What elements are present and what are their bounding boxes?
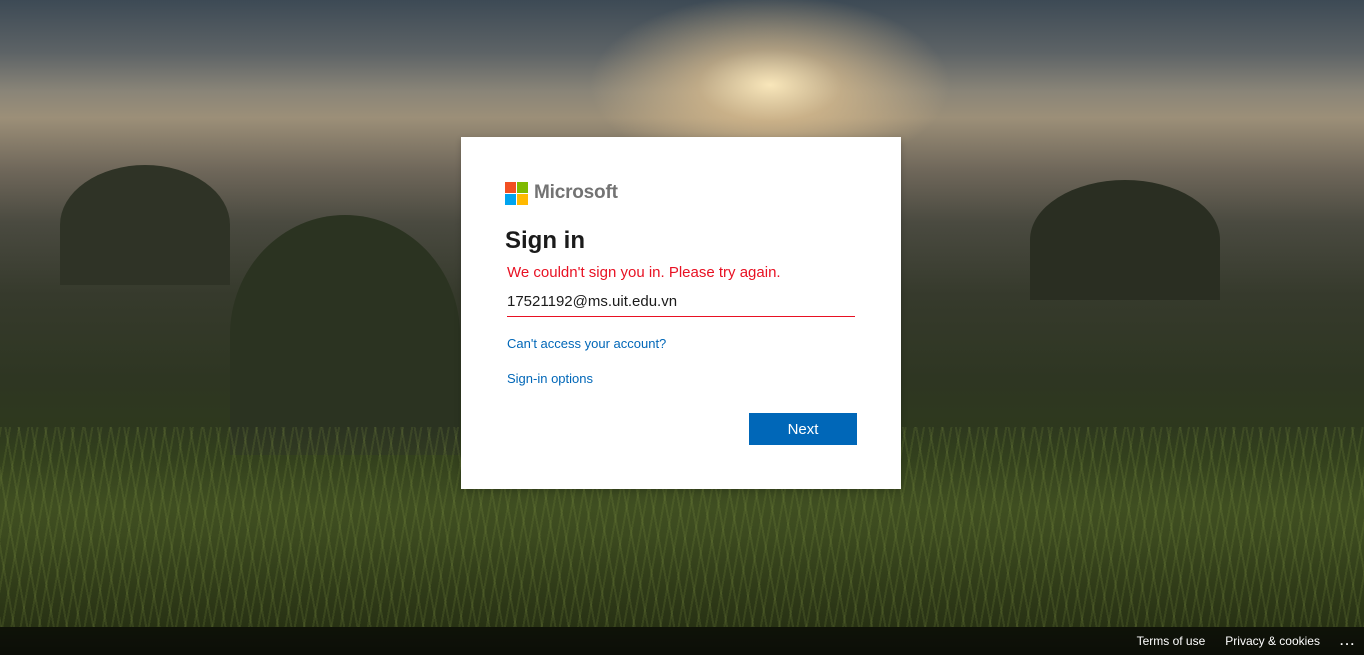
- signin-card: Microsoft Sign in We couldn't sign you i…: [461, 137, 901, 489]
- error-message: We couldn't sign you in. Please try agai…: [507, 264, 781, 281]
- microsoft-logo-icon: [505, 181, 528, 205]
- page-title: Sign in: [505, 227, 585, 254]
- next-button[interactable]: Next: [749, 413, 857, 445]
- email-field[interactable]: 17521192@ms.uit.edu.vn: [507, 291, 855, 317]
- background-hill: [1030, 180, 1220, 300]
- logo-wordmark: Microsoft: [534, 182, 618, 203]
- privacy-cookies-link[interactable]: Privacy & cookies: [1225, 634, 1320, 648]
- background-hill: [230, 215, 460, 455]
- cant-access-account-link[interactable]: Can't access your account?: [507, 336, 857, 351]
- footer-bar: Terms of use Privacy & cookies ...: [0, 627, 1364, 655]
- background-hill: [60, 165, 230, 285]
- signin-options-link[interactable]: Sign-in options: [507, 371, 857, 386]
- terms-of-use-link[interactable]: Terms of use: [1137, 634, 1206, 648]
- microsoft-logo: Microsoft: [505, 181, 857, 205]
- more-options-icon[interactable]: ...: [1340, 634, 1356, 648]
